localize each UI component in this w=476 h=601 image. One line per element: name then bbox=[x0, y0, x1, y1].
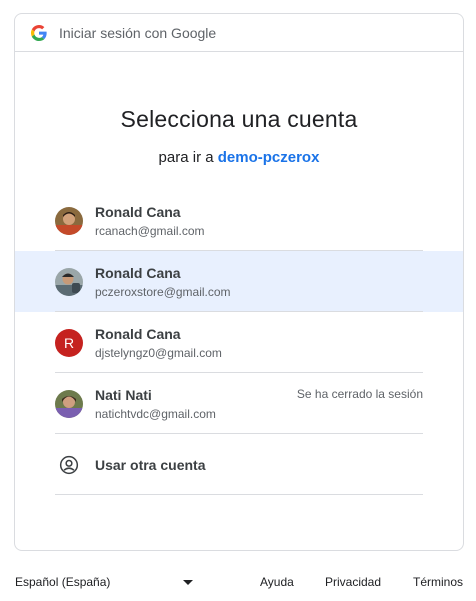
privacy-link[interactable]: Privacidad bbox=[325, 575, 381, 589]
page-title: Selecciona una cuenta bbox=[120, 106, 358, 132]
account-email: pczeroxstore@gmail.com bbox=[95, 284, 231, 299]
page-subtitle: para ir a demo-pczerox bbox=[15, 149, 463, 166]
caret-down-icon bbox=[183, 580, 193, 585]
terms-link[interactable]: Términos bbox=[413, 575, 463, 589]
account-item[interactable]: Ronald Cana pczeroxstore@gmail.com bbox=[15, 251, 463, 312]
avatar bbox=[55, 267, 83, 296]
language-label: Español (España) bbox=[15, 575, 111, 589]
app-name-link[interactable]: demo-pczerox bbox=[218, 149, 320, 166]
subtitle-prefix: para ir a bbox=[158, 149, 214, 166]
card-header: Iniciar sesión con Google bbox=[15, 14, 463, 52]
account-name: Ronald Cana bbox=[95, 203, 181, 220]
account-list: Ronald Cana rcanach@gmail.com Ronald Can… bbox=[15, 190, 463, 495]
use-another-account-label: Usar otra cuenta bbox=[95, 456, 206, 473]
google-g-icon bbox=[31, 24, 47, 41]
account-name: Nati Nati bbox=[95, 386, 152, 403]
header-title: Iniciar sesión con Google bbox=[59, 24, 217, 41]
account-name: Ronald Cana bbox=[95, 325, 181, 342]
sign-in-card: Iniciar sesión con Google Selecciona una… bbox=[14, 13, 464, 551]
footer: Español (España) Ayuda Privacidad Términ… bbox=[0, 572, 476, 594]
help-link[interactable]: Ayuda bbox=[260, 575, 294, 589]
account-circle-icon bbox=[55, 451, 83, 479]
account-email: rcanach@gmail.com bbox=[95, 223, 205, 238]
divider bbox=[55, 494, 423, 495]
signed-out-status: Se ha cerrado la sesión bbox=[296, 387, 423, 401]
account-email: djstelyngz0@gmail.com bbox=[95, 345, 222, 360]
account-item[interactable]: R Ronald Cana djstelyngz0@gmail.com bbox=[15, 312, 463, 373]
account-item[interactable]: Nati Nati natichtvdc@gmail.com Se ha cer… bbox=[15, 373, 463, 434]
account-email: natichtvdc@gmail.com bbox=[95, 406, 216, 421]
language-select[interactable]: Español (España) bbox=[15, 575, 193, 589]
account-name: Ronald Cana bbox=[95, 264, 181, 281]
avatar bbox=[55, 389, 83, 418]
account-item[interactable]: Ronald Cana rcanach@gmail.com bbox=[15, 190, 463, 251]
use-another-account-button[interactable]: Usar otra cuenta bbox=[15, 434, 463, 495]
avatar bbox=[55, 206, 83, 235]
avatar: R bbox=[55, 328, 83, 357]
